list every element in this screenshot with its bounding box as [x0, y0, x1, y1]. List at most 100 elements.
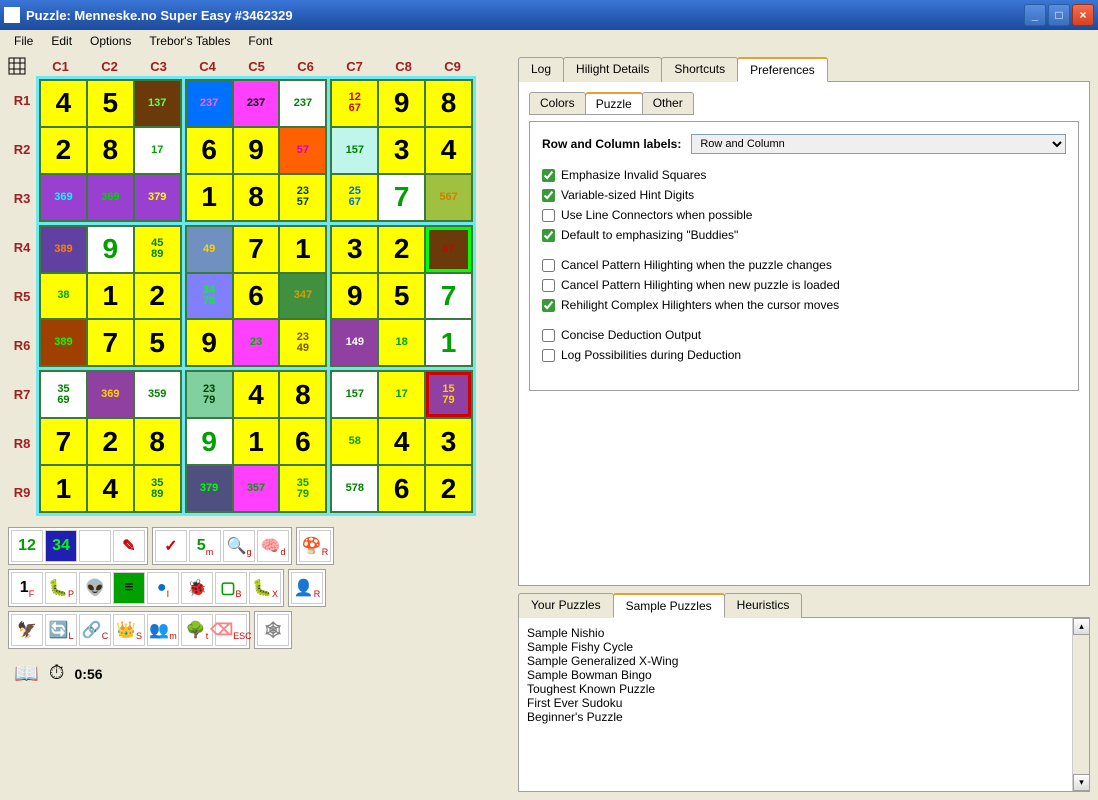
tool2-btn-4[interactable]: ●I — [147, 572, 179, 604]
cell-r5-c7[interactable]: 9 — [332, 274, 377, 319]
tab-preferences[interactable]: Preferences — [737, 57, 828, 82]
cell-r4-c9[interactable]: 67 — [426, 227, 471, 272]
cell-r1-c1[interactable]: 4 — [41, 81, 86, 126]
sample-item[interactable]: Sample Bowman Bingo — [527, 668, 1081, 682]
cell-r3-c7[interactable]: 25 67 — [332, 175, 377, 220]
preftab-puzzle[interactable]: Puzzle — [585, 92, 643, 115]
minimize-button[interactable]: _ — [1024, 4, 1046, 26]
tool3b-btn-0[interactable]: 🕸 — [257, 614, 289, 646]
tool3-btn-4[interactable]: 👥m — [147, 614, 179, 646]
cell-r6-c3[interactable]: 5 — [135, 320, 180, 365]
tool2-btn-3[interactable]: ≡ — [113, 572, 145, 604]
cell-r9-c7[interactable]: 578 — [332, 466, 377, 511]
cell-r2-c8[interactable]: 3 — [379, 128, 424, 173]
cell-r1-c4[interactable]: 237 — [187, 81, 232, 126]
cell-r3-c5[interactable]: 8 — [234, 175, 279, 220]
chk1-2[interactable] — [542, 209, 555, 222]
tool3-btn-1[interactable]: 🔄L — [45, 614, 77, 646]
cell-r9-c3[interactable]: 35 89 — [135, 466, 180, 511]
cell-r1-c8[interactable]: 9 — [379, 81, 424, 126]
cell-r8-c6[interactable]: 6 — [280, 419, 325, 464]
cell-r5-c6[interactable]: 347 — [280, 274, 325, 319]
cell-r1-c7[interactable]: 12 67 — [332, 81, 377, 126]
cell-r1-c9[interactable]: 8 — [426, 81, 471, 126]
tool2-btn-0[interactable]: 1F — [11, 572, 43, 604]
tool2-btn-2[interactable]: 👽 — [79, 572, 111, 604]
chk1-0[interactable] — [542, 169, 555, 182]
tool2-btn-5[interactable]: 🐞 — [181, 572, 213, 604]
cell-r4-c3[interactable]: 45 89 — [135, 227, 180, 272]
menu-options[interactable]: Options — [82, 32, 139, 50]
cell-r6-c9[interactable]: 1 — [426, 320, 471, 365]
cell-r5-c9[interactable]: 7 — [426, 274, 471, 319]
cell-r6-c5[interactable]: 23 — [234, 320, 279, 365]
scrollbar[interactable]: ▴ ▾ — [1072, 618, 1089, 791]
tool1-btn-0[interactable]: 12 — [11, 530, 43, 562]
tool1b-btn-0[interactable]: ✓ — [155, 530, 187, 562]
cell-r9-c6[interactable]: 35 79 — [280, 466, 325, 511]
cell-r4-c1[interactable]: 389 — [41, 227, 86, 272]
tool3-btn-3[interactable]: 👑S — [113, 614, 145, 646]
cell-r9-c9[interactable]: 2 — [426, 466, 471, 511]
cell-r9-c8[interactable]: 6 — [379, 466, 424, 511]
grid-icon[interactable] — [8, 57, 36, 75]
rowcol-select[interactable]: Row and Column — [691, 134, 1066, 154]
tool2-btn-6[interactable]: ▢B — [215, 572, 247, 604]
chk3-1[interactable] — [542, 349, 555, 362]
cell-r1-c2[interactable]: 5 — [88, 81, 133, 126]
cell-r3-c2[interactable]: 369 — [88, 175, 133, 220]
chk1-1[interactable] — [542, 189, 555, 202]
sample-item[interactable]: Sample Generalized X-Wing — [527, 654, 1081, 668]
cell-r2-c7[interactable]: 157 — [332, 128, 377, 173]
cell-r3-c3[interactable]: 379 — [135, 175, 180, 220]
tool2-btn-1[interactable]: 🐛P — [45, 572, 77, 604]
cell-r7-c8[interactable]: 17 — [379, 372, 424, 417]
sample-item[interactable]: Sample Fishy Cycle — [527, 640, 1081, 654]
cell-r6-c7[interactable]: 149 — [332, 320, 377, 365]
sudoku-grid[interactable]: 45137281736936937923723723769571823 5712… — [36, 76, 476, 516]
close-button[interactable]: × — [1072, 4, 1094, 26]
maximize-button[interactable]: □ — [1048, 4, 1070, 26]
cell-r7-c4[interactable]: 23 79 — [187, 372, 232, 417]
cell-r4-c4[interactable]: 49 — [187, 227, 232, 272]
tool1b-btn-3[interactable]: 🧠d — [257, 530, 289, 562]
cell-r4-c6[interactable]: 1 — [280, 227, 325, 272]
chk2-0[interactable] — [542, 259, 555, 272]
cell-r3-c1[interactable]: 369 — [41, 175, 86, 220]
cell-r8-c5[interactable]: 1 — [234, 419, 279, 464]
sample-puzzles-list[interactable]: Sample NishioSample Fishy CycleSample Ge… — [518, 618, 1090, 792]
cell-r7-c1[interactable]: 35 69 — [41, 372, 86, 417]
btab-sample-puzzles[interactable]: Sample Puzzles — [613, 593, 725, 618]
cell-r8-c3[interactable]: 8 — [135, 419, 180, 464]
scroll-up-button[interactable]: ▴ — [1073, 618, 1090, 635]
sample-item[interactable]: Sample Nishio — [527, 626, 1081, 640]
cell-r3-c6[interactable]: 23 57 — [280, 175, 325, 220]
cell-r7-c3[interactable]: 359 — [135, 372, 180, 417]
tool1-btn-3[interactable]: ✎ — [113, 530, 145, 562]
tab-hilight-details[interactable]: Hilight Details — [563, 57, 662, 82]
tool2b-btn-0[interactable]: 👤R — [291, 572, 323, 604]
chk2-2[interactable] — [542, 299, 555, 312]
tool3-btn-2[interactable]: 🔗C — [79, 614, 111, 646]
menu-trebor-s-tables[interactable]: Trebor's Tables — [141, 32, 238, 50]
cell-r5-c8[interactable]: 5 — [379, 274, 424, 319]
sample-item[interactable]: Toughest Known Puzzle — [527, 682, 1081, 696]
cell-r6-c2[interactable]: 7 — [88, 320, 133, 365]
cell-r3-c4[interactable]: 1 — [187, 175, 232, 220]
cell-r7-c7[interactable]: 157 — [332, 372, 377, 417]
menu-edit[interactable]: Edit — [43, 32, 80, 50]
cell-r4-c2[interactable]: 9 — [88, 227, 133, 272]
tool1-btn-1[interactable]: 34 — [45, 530, 77, 562]
cell-r4-c8[interactable]: 2 — [379, 227, 424, 272]
cell-r9-c1[interactable]: 1 — [41, 466, 86, 511]
cell-r3-c9[interactable]: 567 — [426, 175, 471, 220]
chk2-1[interactable] — [542, 279, 555, 292]
chk3-0[interactable] — [542, 329, 555, 342]
cell-r8-c9[interactable]: 3 — [426, 419, 471, 464]
cell-r8-c4[interactable]: 9 — [187, 419, 232, 464]
tool1b-btn-1[interactable]: 5m — [189, 530, 221, 562]
tool2-btn-7[interactable]: 🐛X — [249, 572, 281, 604]
cell-r5-c1[interactable]: 38 — [41, 274, 86, 319]
tool1c-btn-0[interactable]: 🍄R — [299, 530, 331, 562]
cell-r2-c3[interactable]: 17 — [135, 128, 180, 173]
